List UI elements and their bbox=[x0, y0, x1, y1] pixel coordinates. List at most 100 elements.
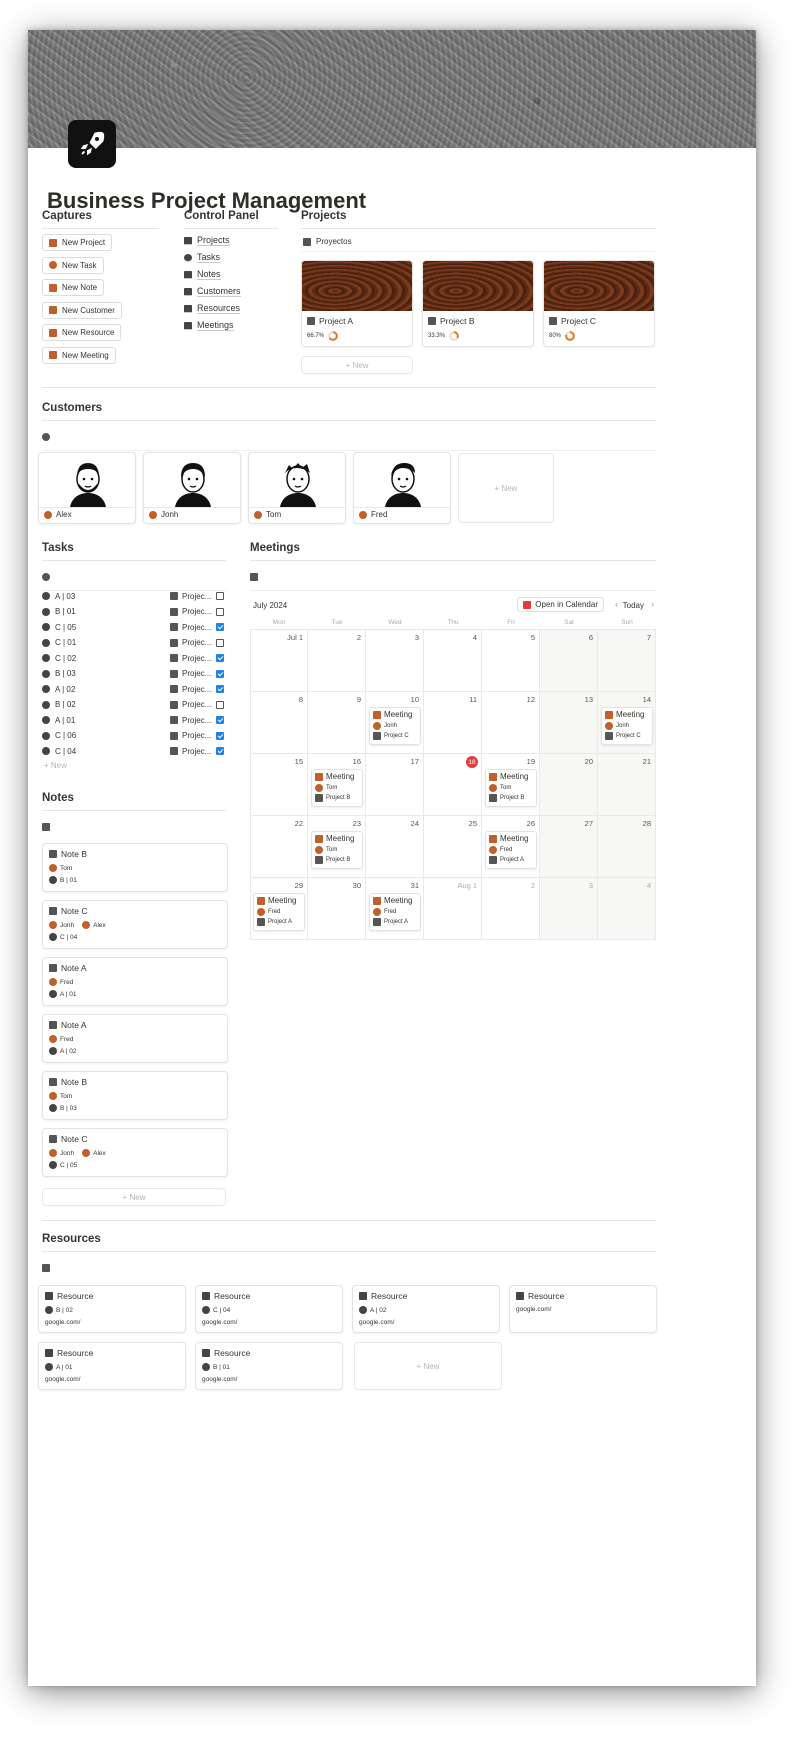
task-checkbox[interactable] bbox=[216, 638, 224, 647]
control-panel-item-5[interactable]: Meetings bbox=[184, 320, 278, 331]
control-panel-item-2[interactable]: Notes bbox=[184, 269, 278, 280]
new-task-button[interactable]: + New bbox=[44, 761, 67, 770]
cover-image[interactable] bbox=[28, 30, 756, 148]
project-card[interactable]: Project C 80% bbox=[543, 260, 655, 347]
meeting-event[interactable]: Meeting Jonh Project C bbox=[369, 707, 421, 745]
calendar-day-cell[interactable]: Aug 1 bbox=[424, 878, 482, 940]
prev-month-icon[interactable]: ‹ bbox=[615, 599, 618, 609]
task-checkbox[interactable] bbox=[216, 685, 224, 693]
customer-card[interactable]: Jonh bbox=[143, 452, 241, 524]
projects-view-tab[interactable]: Proyectos bbox=[301, 229, 656, 252]
calendar-day-cell[interactable]: 24 bbox=[366, 816, 424, 878]
next-month-icon[interactable]: › bbox=[651, 599, 654, 609]
capture-button-0[interactable]: New Project bbox=[42, 234, 113, 251]
capture-button-1[interactable]: New Task bbox=[42, 256, 104, 274]
calendar-day-cell[interactable]: 5 bbox=[482, 630, 540, 692]
tasks-view-tab[interactable] bbox=[42, 561, 226, 591]
today-button[interactable]: Today bbox=[623, 601, 644, 610]
task-checkbox[interactable] bbox=[216, 747, 224, 755]
task-row[interactable]: B | 01 Projec... bbox=[42, 604, 226, 620]
calendar-day-cell[interactable]: 8 bbox=[250, 692, 308, 754]
task-checkbox[interactable] bbox=[216, 654, 224, 662]
calendar-day-cell[interactable]: 15 bbox=[250, 754, 308, 816]
resource-card[interactable]: Resource C | 04 google.com/ bbox=[195, 1285, 343, 1333]
calendar-day-cell[interactable]: 4 bbox=[424, 630, 482, 692]
calendar-day-cell[interactable]: 2 bbox=[482, 878, 540, 940]
task-row[interactable]: C | 05 Projec... bbox=[42, 619, 226, 635]
calendar-day-cell[interactable]: 3 bbox=[366, 630, 424, 692]
resource-card[interactable]: Resource A | 02 google.com/ bbox=[352, 1285, 500, 1333]
task-checkbox[interactable] bbox=[216, 669, 224, 678]
calendar-day-cell[interactable]: 2 bbox=[308, 630, 366, 692]
note-card[interactable]: Note C Jonh Alex C | 04 bbox=[42, 900, 228, 949]
resource-url[interactable]: google.com/ bbox=[45, 1376, 179, 1383]
control-panel-item-4[interactable]: Resources bbox=[184, 303, 278, 314]
meeting-event[interactable]: Meeting Tom Project B bbox=[311, 769, 363, 807]
task-row[interactable]: C | 02 Projec... bbox=[42, 650, 226, 666]
control-panel-item-3[interactable]: Customers bbox=[184, 286, 278, 297]
calendar-day-cell[interactable]: 3 bbox=[540, 878, 598, 940]
note-card[interactable]: Note A Fred A | 02 bbox=[42, 1014, 228, 1063]
calendar-day-cell[interactable]: 20 bbox=[540, 754, 598, 816]
meeting-event[interactable]: Meeting Tom Project B bbox=[311, 831, 363, 869]
customer-card[interactable]: Tom bbox=[248, 452, 346, 524]
customers-view-tab[interactable] bbox=[42, 421, 656, 451]
meeting-event[interactable]: Meeting Fred Project A bbox=[485, 831, 537, 869]
calendar-day-cell[interactable]: Jul 1 bbox=[250, 630, 308, 692]
new-note-button[interactable]: + New bbox=[42, 1188, 226, 1206]
task-checkbox[interactable] bbox=[216, 716, 224, 724]
calendar-day-cell[interactable]: 21 bbox=[598, 754, 656, 816]
meeting-event[interactable]: Meeting Fred Project A bbox=[369, 893, 421, 931]
calendar-day-cell[interactable]: 9 bbox=[308, 692, 366, 754]
rocket-icon[interactable] bbox=[68, 120, 116, 168]
calendar-day-cell[interactable]: 6 bbox=[540, 630, 598, 692]
meeting-event[interactable]: Meeting Fred Project A bbox=[253, 893, 305, 931]
capture-button-4[interactable]: New Resource bbox=[42, 324, 122, 341]
meeting-event[interactable]: Meeting Tom Project B bbox=[485, 769, 537, 807]
control-panel-item-0[interactable]: Projects bbox=[184, 235, 278, 246]
calendar-day-cell[interactable]: 30 bbox=[308, 878, 366, 940]
resource-card[interactable]: Resource google.com/ bbox=[509, 1285, 657, 1333]
resource-url[interactable]: google.com/ bbox=[45, 1319, 179, 1326]
resource-url[interactable]: google.com/ bbox=[359, 1319, 493, 1326]
calendar-day-cell[interactable]: 11 bbox=[424, 692, 482, 754]
resource-card[interactable]: Resource B | 02 google.com/ bbox=[38, 1285, 186, 1333]
capture-button-2[interactable]: New Note bbox=[42, 279, 105, 296]
new-project-button[interactable]: + New bbox=[301, 356, 413, 374]
control-panel-item-1[interactable]: Tasks bbox=[184, 252, 278, 263]
new-customer-button[interactable]: + New bbox=[458, 453, 554, 523]
calendar-day-cell[interactable]: 13 bbox=[540, 692, 598, 754]
task-row[interactable]: B | 02 Projec... bbox=[42, 697, 226, 713]
new-resource-button[interactable]: + New bbox=[354, 1342, 502, 1390]
notes-view-tab[interactable] bbox=[42, 811, 226, 840]
task-checkbox[interactable] bbox=[216, 700, 224, 709]
task-row[interactable]: C | 06 Projec... bbox=[42, 728, 226, 744]
task-row[interactable]: A | 02 Projec... bbox=[42, 681, 226, 697]
project-card[interactable]: Project B 33.3% bbox=[422, 260, 534, 347]
note-card[interactable]: Note B Tom B | 03 bbox=[42, 1071, 228, 1120]
task-checkbox[interactable] bbox=[216, 592, 224, 600]
resource-card[interactable]: Resource A | 01 google.com/ bbox=[38, 1342, 186, 1390]
resource-url[interactable]: google.com/ bbox=[202, 1319, 336, 1326]
task-row[interactable]: C | 04 Projec... bbox=[42, 743, 226, 759]
calendar-day-cell[interactable]: 12 bbox=[482, 692, 540, 754]
note-card[interactable]: Note B Tom B | 01 bbox=[42, 843, 228, 892]
calendar-day-cell[interactable]: 25 bbox=[424, 816, 482, 878]
meetings-view-tab[interactable] bbox=[250, 561, 656, 591]
calendar-day-cell[interactable]: 4 bbox=[598, 878, 656, 940]
calendar-day-cell[interactable]: 27 bbox=[540, 816, 598, 878]
calendar-day-cell[interactable]: 22 bbox=[250, 816, 308, 878]
task-row[interactable]: A | 01 Projec... bbox=[42, 712, 226, 728]
task-checkbox[interactable] bbox=[216, 731, 224, 740]
open-in-calendar-button[interactable]: Open in Calendar bbox=[517, 597, 604, 612]
resource-url[interactable]: google.com/ bbox=[516, 1306, 650, 1313]
note-card[interactable]: Note C Jonh Alex C | 05 bbox=[42, 1128, 228, 1177]
calendar-day-cell[interactable]: 17 bbox=[366, 754, 424, 816]
note-card[interactable]: Note A Fred A | 01 bbox=[42, 957, 228, 1006]
capture-button-3[interactable]: New Customer bbox=[42, 301, 122, 319]
calendar-day-cell[interactable]: 18 bbox=[424, 754, 482, 816]
task-row[interactable]: C | 01 Projec... bbox=[42, 635, 226, 651]
project-card[interactable]: Project A 66.7% bbox=[301, 260, 413, 347]
resources-view-tab[interactable] bbox=[42, 1252, 656, 1281]
resource-url[interactable]: google.com/ bbox=[202, 1376, 336, 1383]
